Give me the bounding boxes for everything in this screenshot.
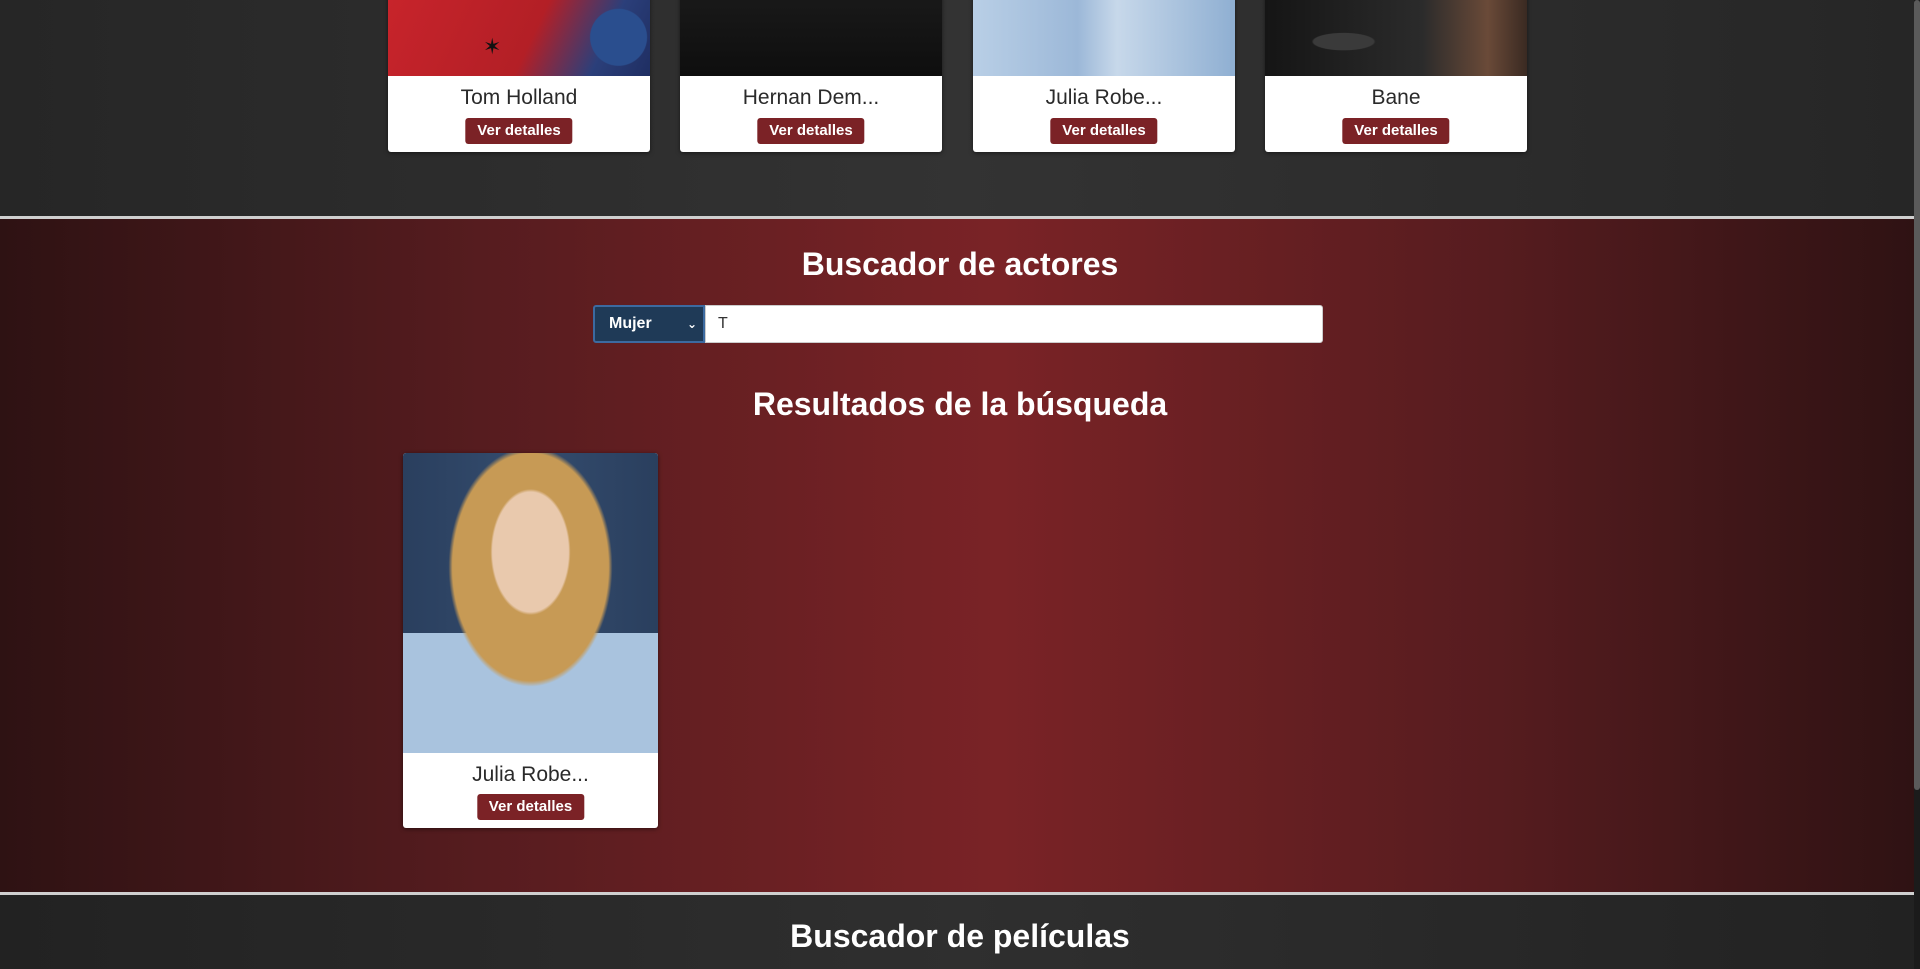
- gender-select[interactable]: Mujer ⌄: [593, 305, 705, 343]
- actor-search-section: Buscador de actores Mujer ⌄ T Resultados…: [0, 216, 1920, 895]
- actor-photo[interactable]: [973, 0, 1235, 76]
- spider-emblem-icon: ✶: [483, 34, 502, 59]
- movie-search-section: Buscador de películas: [0, 895, 1920, 969]
- actor-name: Julia Robe...: [1045, 86, 1163, 109]
- actor-search-title: Buscador de actores: [801, 246, 1119, 282]
- scrollbar[interactable]: [1914, 0, 1920, 969]
- actor-name: Julia Robe...: [472, 763, 589, 786]
- details-button[interactable]: Ver detalles: [476, 794, 585, 820]
- actor-photo[interactable]: [680, 0, 942, 76]
- actor-photo[interactable]: [403, 453, 658, 753]
- actor-card: Hernan Dem... Ver detalles: [680, 0, 942, 152]
- search-bar: Mujer ⌄ T: [593, 305, 1323, 343]
- details-button[interactable]: Ver detalles: [1342, 118, 1450, 144]
- details-button[interactable]: Ver detalles: [757, 118, 865, 144]
- actor-photo[interactable]: [1265, 0, 1527, 76]
- actor-card: Bane Ver detalles: [1265, 0, 1527, 152]
- movie-search-title: Buscador de películas: [790, 918, 1130, 954]
- actor-photo[interactable]: ✶: [388, 0, 650, 76]
- top-actors-section: ✶ Tom Holland Ver detalles Hernan Dem...…: [0, 0, 1920, 216]
- actor-search-input[interactable]: T: [705, 305, 1323, 343]
- results-title: Resultados de la búsqueda: [752, 386, 1168, 422]
- actor-card: Julia Robe... Ver detalles: [973, 0, 1235, 152]
- actor-name: Tom Holland: [460, 86, 578, 109]
- result-actor-card: Julia Robe... Ver detalles: [403, 453, 658, 828]
- details-button[interactable]: Ver detalles: [465, 118, 573, 144]
- actor-name: Bane: [1371, 86, 1421, 109]
- gender-select-value: Mujer: [609, 315, 652, 332]
- chevron-down-icon: ⌄: [686, 317, 697, 331]
- actor-name: Hernan Dem...: [742, 86, 880, 109]
- actor-card: ✶ Tom Holland Ver detalles: [388, 0, 650, 152]
- scrollbar-thumb[interactable]: [1914, 0, 1920, 790]
- details-button[interactable]: Ver detalles: [1050, 118, 1158, 144]
